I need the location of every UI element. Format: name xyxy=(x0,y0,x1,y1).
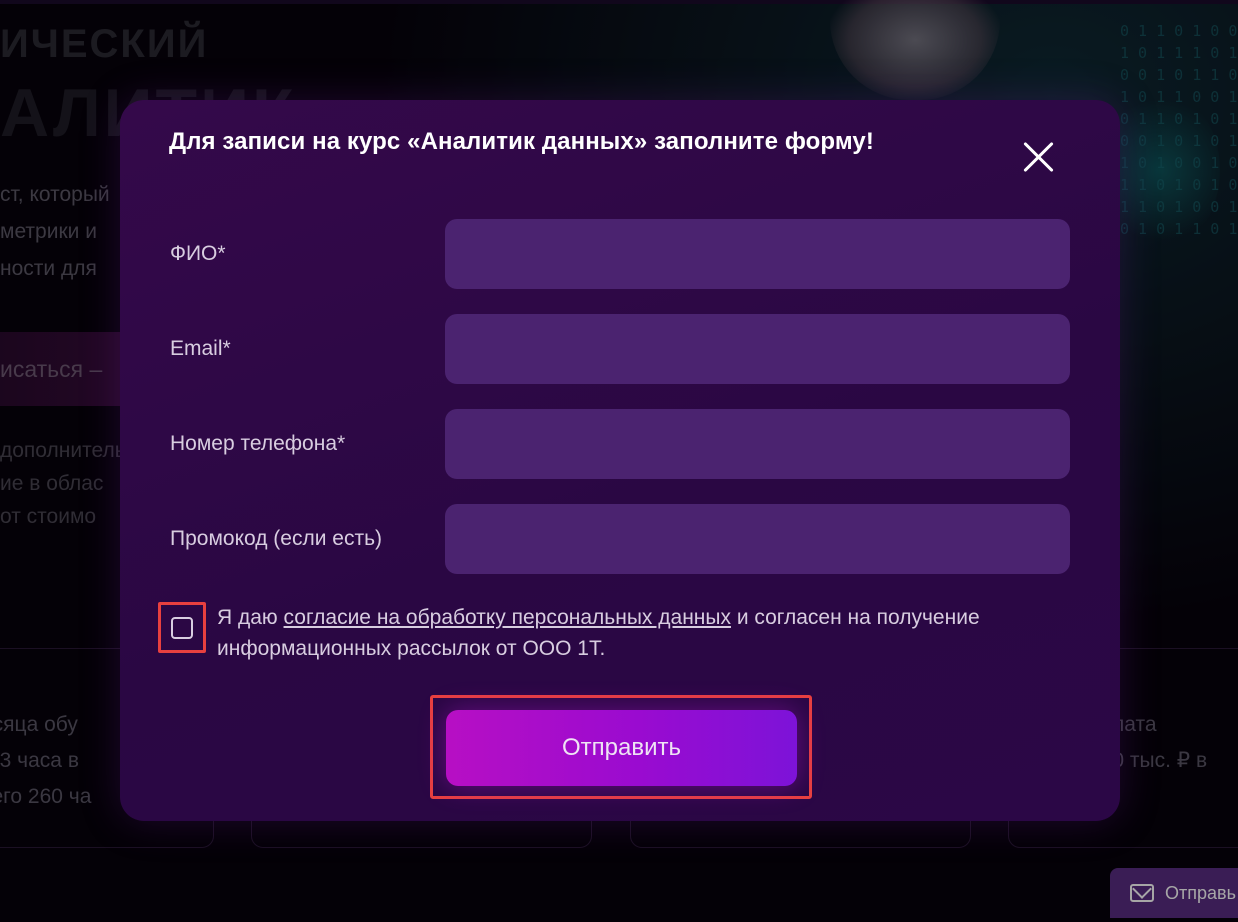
field-promocode: Промокод (если есть) xyxy=(170,504,1070,574)
close-icon[interactable] xyxy=(1016,134,1062,180)
modal-title: Для записи на курс «Аналитик данных» зап… xyxy=(169,128,874,155)
promocode-label: Промокод (если есть) xyxy=(170,527,383,550)
fullname-label: ФИО* xyxy=(170,242,226,265)
phone-input[interactable] xyxy=(445,409,1070,479)
fullname-input[interactable] xyxy=(445,219,1070,289)
enroll-modal: Для записи на курс «Аналитик данных» зап… xyxy=(120,100,1120,821)
field-phone: Номер телефона* xyxy=(170,409,1070,479)
consent-prefix: Я даю xyxy=(217,606,284,629)
consent-checkbox-highlight[interactable] xyxy=(158,602,206,653)
consent-personal-data-link[interactable]: согласие на обработку персональных данны… xyxy=(284,606,731,629)
consent-row: Я даю согласие на обработку персональных… xyxy=(158,602,1058,660)
field-fullname: ФИО* xyxy=(170,219,1070,289)
promocode-input[interactable] xyxy=(445,504,1070,574)
email-label: Email* xyxy=(170,337,231,360)
submit-button[interactable]: Отправить xyxy=(446,710,797,786)
consent-checkbox[interactable] xyxy=(171,617,193,639)
phone-label: Номер телефона* xyxy=(170,432,346,455)
consent-text: Я даю согласие на обработку персональных… xyxy=(217,602,1037,664)
field-email: Email* xyxy=(170,314,1070,384)
submit-button-highlight: Отправить xyxy=(430,695,812,799)
email-input[interactable] xyxy=(445,314,1070,384)
